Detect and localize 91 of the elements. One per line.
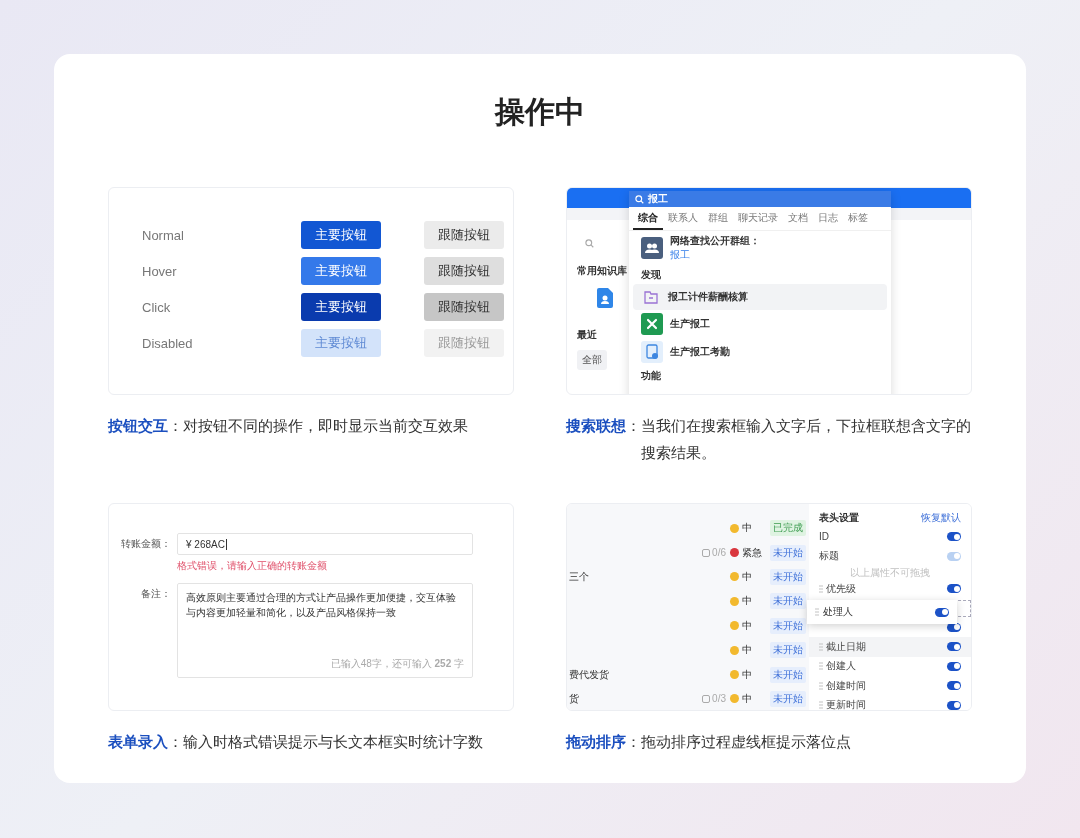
- table-cell-text: 货: [569, 691, 580, 706]
- status-tag: 未开始: [770, 617, 806, 634]
- caption-label: 搜索联想: [566, 416, 626, 436]
- status-tag: 已完成: [770, 520, 806, 537]
- caption-label: 按钮交互: [108, 416, 168, 436]
- state-label: Normal: [142, 227, 185, 243]
- search-tab[interactable]: 综合: [633, 207, 663, 230]
- priority-cell: 中: [730, 521, 766, 536]
- group-icon: [641, 237, 663, 259]
- status-tag: 未开始: [770, 666, 806, 683]
- section-title: 最近: [577, 328, 598, 342]
- caption-text: 输入时格式错误提示与长文本框实时统计字数: [183, 732, 484, 752]
- state-label: Click: [142, 299, 172, 315]
- caption-colon: ：: [168, 732, 183, 752]
- search-tab[interactable]: 群组: [703, 207, 733, 230]
- column-name: ID: [819, 531, 830, 543]
- toggle-switch[interactable]: [947, 681, 961, 691]
- reset-link[interactable]: 恢复默认: [921, 510, 961, 525]
- search-field[interactable]: 报工: [629, 191, 891, 207]
- toggle-switch[interactable]: [947, 700, 961, 710]
- result-item[interactable]: 生产报工考勤: [629, 338, 891, 366]
- priority-cell: 中: [730, 667, 766, 682]
- toggle-switch[interactable]: [947, 532, 961, 542]
- state-label: Disabled: [142, 335, 194, 351]
- priority-cell: 紧急: [730, 545, 766, 560]
- secondary-button[interactable]: 跟随按钮: [424, 293, 504, 321]
- status-tag: 未开始: [770, 568, 806, 585]
- dragged-item[interactable]: 处理人: [807, 600, 957, 624]
- caption-label: 表单录入: [108, 732, 168, 752]
- primary-button[interactable]: 主要按钮: [301, 293, 381, 321]
- caption-colon: ：: [626, 732, 641, 752]
- priority-cell: 中: [730, 594, 766, 609]
- toggle-switch[interactable]: [947, 661, 961, 671]
- caption-label: 拖动排序: [566, 732, 626, 752]
- field-label: 备注：: [140, 587, 171, 601]
- priority-cell: 中: [730, 643, 766, 658]
- caption-text: 拖动排序过程虚线框提示落位点: [641, 732, 852, 752]
- search-icon: [585, 238, 594, 248]
- toggle-switch[interactable]: [947, 584, 961, 594]
- subtask-count: 0/3: [702, 693, 726, 705]
- search-tab[interactable]: 文档: [783, 207, 813, 230]
- priority-cell: 中: [730, 691, 766, 706]
- toggle-switch[interactable]: [935, 607, 949, 617]
- checkbox-icon: [702, 694, 711, 703]
- column-name: 创建人: [826, 659, 857, 674]
- field-label: 转账金额：: [120, 537, 171, 551]
- column-name: 创建时间: [826, 678, 867, 693]
- secondary-button[interactable]: 跟随按钮: [424, 257, 504, 285]
- status-tag: 未开始: [770, 690, 806, 707]
- panel-title: 表头设置: [819, 510, 859, 525]
- primary-button[interactable]: 主要按钮: [301, 221, 381, 249]
- caption-text: 对按钮不同的操作，即时显示当前交互效果: [183, 416, 469, 436]
- column-name: 标题: [819, 549, 840, 564]
- column-name: 更新时间: [826, 698, 867, 710]
- result-item[interactable]: 生产报工: [629, 310, 891, 338]
- document-icon: [641, 341, 663, 363]
- subtask-count: 0/6: [702, 547, 726, 559]
- search-tab[interactable]: 聊天记录: [733, 207, 783, 230]
- status-tag: 未开始: [770, 642, 806, 659]
- search-tab[interactable]: 联系人: [663, 207, 703, 230]
- search-tab[interactable]: 标签: [843, 207, 873, 230]
- state-label: Hover: [142, 263, 178, 279]
- error-message: 格式错误，请输入正确的转账金额: [177, 559, 328, 573]
- document-icon: [597, 288, 613, 308]
- priority-cell: 中: [730, 618, 766, 633]
- amount-field[interactable]: ¥ 268AC: [177, 533, 473, 555]
- toggle-switch[interactable]: [947, 642, 961, 652]
- status-tag: 未开始: [770, 593, 806, 610]
- filter-chip[interactable]: 全部: [577, 350, 607, 370]
- column-name: 截止日期: [826, 639, 867, 654]
- status-tag: 未开始: [770, 544, 806, 561]
- section-title: 常用知识库: [577, 264, 627, 278]
- result-item[interactable]: 报工计件薪酬核算: [633, 284, 887, 310]
- secondary-button[interactable]: 跟随按钮: [424, 221, 504, 249]
- primary-button[interactable]: 主要按钮: [301, 257, 381, 285]
- note-textarea[interactable]: 高效原则主要通过合理的方式让产品操作更加便捷，交互体验与内容更加轻量和简化，以及产品风格保持一致 已输入48字，还可输入 252 字: [177, 583, 473, 678]
- character-counter: 已输入48字，还可输入 252 字: [330, 657, 464, 671]
- page-title: 操作中: [493, 94, 586, 130]
- section-title: 功能: [640, 369, 662, 383]
- caption-colon: ：: [168, 416, 183, 436]
- result-item[interactable]: 网络查找公开群组： 报工: [629, 231, 891, 265]
- caption-text: 当我们在搜索框输入文字后，下拉框联想含文字的搜索结果。: [641, 416, 972, 463]
- table-cell-text: 费代发货: [569, 667, 610, 682]
- priority-cell: 中: [730, 569, 766, 584]
- caption-colon: ：: [626, 416, 641, 436]
- table-cell-text: 三个: [569, 569, 590, 584]
- search-icon: [635, 194, 644, 204]
- search-tab[interactable]: 日志: [813, 207, 843, 230]
- section-title: 发现: [640, 268, 662, 282]
- column-name: 优先级: [826, 581, 857, 596]
- checkbox-icon: [702, 548, 711, 557]
